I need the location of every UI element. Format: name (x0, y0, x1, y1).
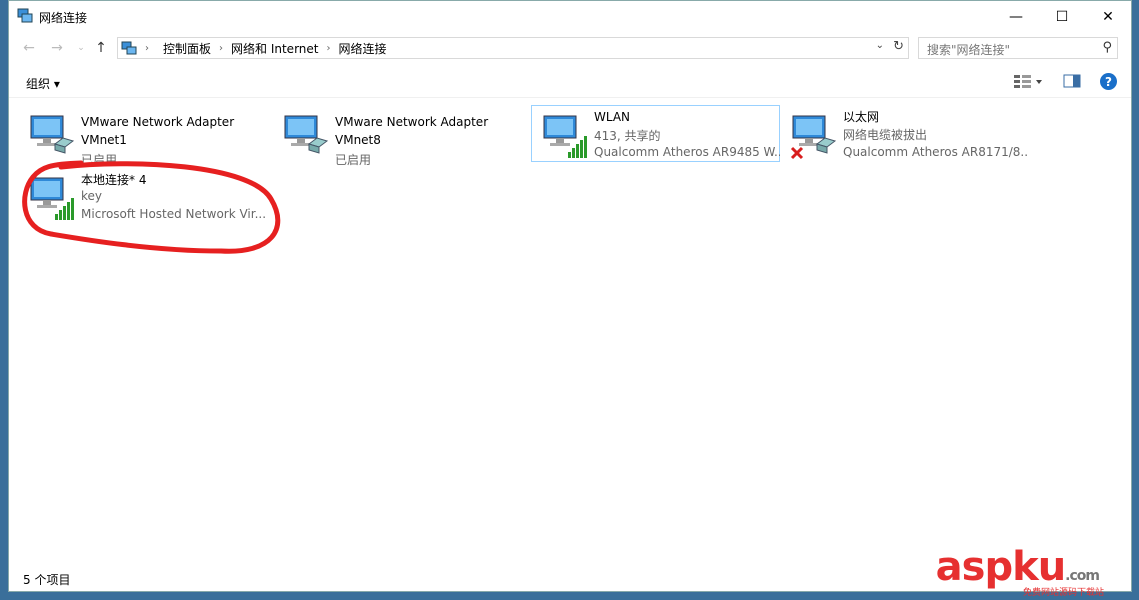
recent-locations-chevron-icon[interactable]: ⌄ (71, 38, 91, 58)
control-panel-icon (121, 41, 137, 55)
connection-network: VMnet1 (81, 133, 127, 147)
connection-name: WLAN (594, 110, 631, 124)
network-adapter-icon (284, 115, 329, 154)
list-item[interactable]: 以太网 网络电缆被拔出 Qualcomm Atheros AR8171/8... (781, 106, 1029, 164)
refresh-icon[interactable]: ↻ (893, 39, 904, 54)
item-count: 5 个项目 (23, 573, 71, 587)
connection-device: Qualcomm Atheros AR9485 W... (594, 145, 780, 159)
search-input[interactable]: 搜索"网络连接" (927, 41, 1010, 58)
change-view-icon[interactable] (1013, 73, 1043, 91)
breadcrumb-network-connections[interactable]: 网络连接 (338, 40, 386, 57)
connection-status: 网络电缆被拔出 (843, 128, 928, 142)
connection-status: 已启用 (335, 153, 372, 167)
breadcrumb-separator-icon: › (145, 42, 149, 54)
window-title: 网络连接 (39, 11, 88, 25)
organize-button[interactable]: 组织 ▾ (26, 75, 60, 92)
list-item[interactable]: WLAN 413, 共享的 Qualcomm Atheros AR9485 W.… (531, 105, 780, 162)
list-item[interactable]: VMware Network Adapter VMnet8 已启用 (273, 106, 521, 167)
network-adapter-icon (30, 115, 75, 154)
connection-network: 413, 共享的 (594, 129, 661, 143)
maximize-button[interactable]: ☐ (1039, 1, 1085, 32)
connection-name: VMware Network Adapter (335, 115, 489, 129)
address-bar[interactable]: › 控制面板 › 网络和 Internet › 网络连接 ⌄ ↻ (117, 37, 909, 59)
close-button[interactable]: ✕ (1085, 1, 1131, 32)
breadcrumb-separator-icon[interactable]: › (219, 43, 223, 54)
site-watermark-caption: 免费网站源码下载站 (1022, 588, 1104, 598)
minimize-button[interactable]: — (993, 1, 1039, 32)
help-icon[interactable]: ? (1100, 73, 1117, 90)
up-arrow-icon[interactable]: ↑ (91, 38, 111, 58)
connection-network: VMnet8 (335, 133, 381, 147)
breadcrumb-network-internet[interactable]: 网络和 Internet (231, 40, 318, 57)
search-box[interactable]: 搜索"网络连接" ⚲ (918, 37, 1118, 59)
explorer-window: 网络连接 — ☐ ✕ ← → ⌄ ↑ › 控制面板 › 网络和 Internet… (8, 0, 1132, 592)
navigation-bar: ← → ⌄ ↑ › 控制面板 › 网络和 Internet › 网络连接 ⌄ ↻… (9, 35, 1131, 61)
connection-device: Qualcomm Atheros AR8171/8... (843, 145, 1029, 159)
title-bar[interactable]: 网络连接 — ☐ ✕ (9, 1, 1131, 32)
command-bar: 组织 ▾ ? (9, 67, 1131, 98)
connection-name: 以太网 (843, 110, 880, 124)
ethernet-disconnected-icon (790, 115, 837, 160)
search-icon[interactable]: ⚲ (1102, 40, 1112, 55)
forward-arrow-icon[interactable]: → (47, 38, 67, 58)
site-watermark-logo: aspku.com (935, 544, 1100, 590)
back-arrow-icon[interactable]: ← (19, 38, 39, 58)
wireless-adapter-icon (543, 115, 587, 158)
breadcrumb-control-panel[interactable]: 控制面板 (163, 40, 211, 57)
connection-name: VMware Network Adapter (81, 115, 235, 129)
address-dropdown-icon[interactable]: ⌄ (876, 40, 884, 51)
list-item[interactable]: VMware Network Adapter VMnet1 已启用 (19, 106, 267, 167)
breadcrumb: 控制面板 › 网络和 Internet › 网络连接 (163, 40, 387, 57)
network-connections-icon (17, 8, 33, 23)
breadcrumb-separator-icon[interactable]: › (326, 43, 330, 54)
preview-pane-icon[interactable] (1063, 73, 1081, 89)
red-annotation-circle (22, 160, 281, 254)
